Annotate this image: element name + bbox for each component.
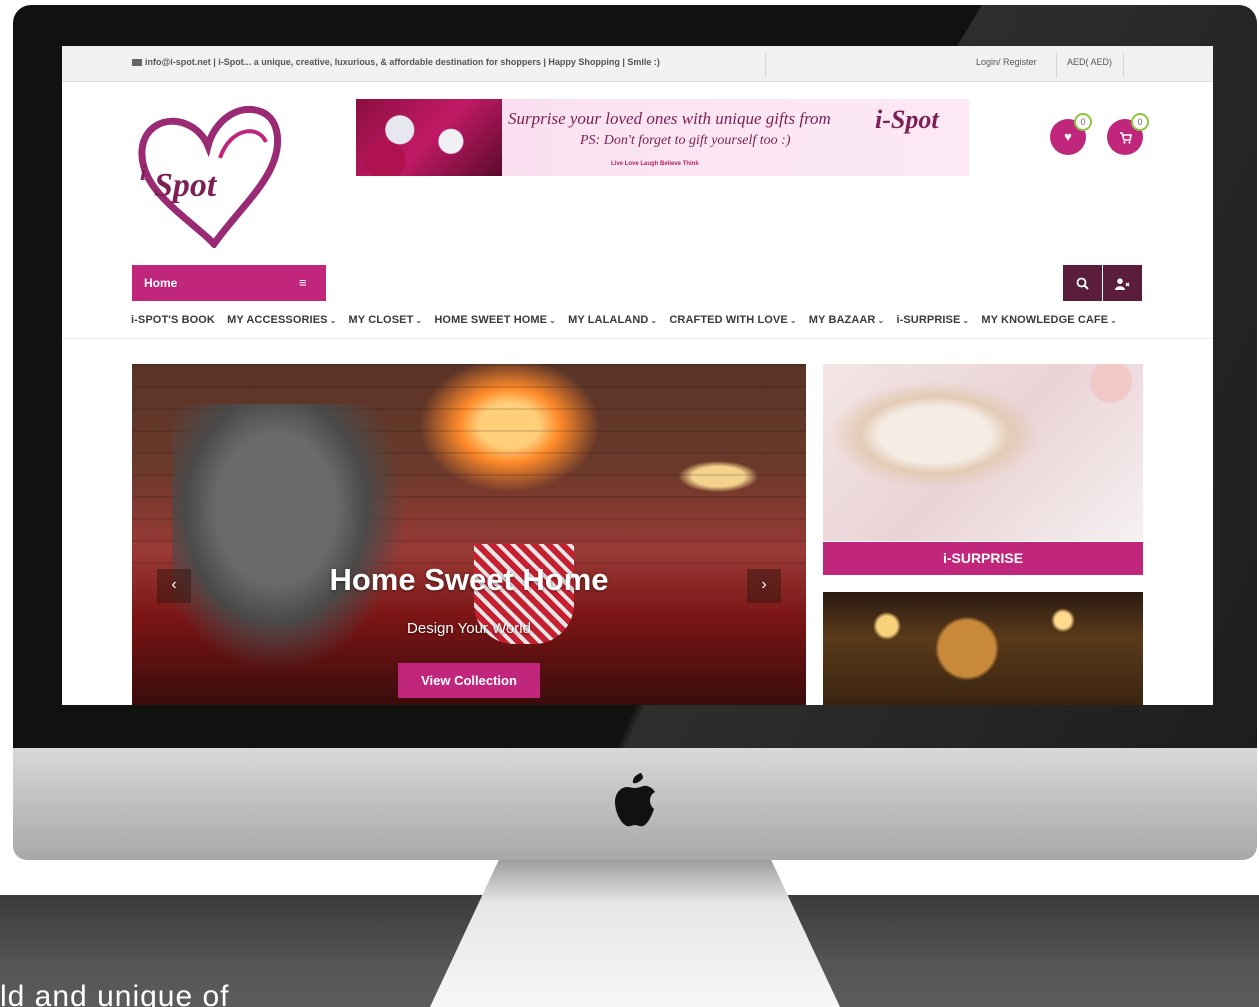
svg-text:Spot: Spot [154,167,218,204]
chevron-down-icon: ⌄ [650,316,658,325]
nav-divider [62,338,1213,339]
site-logo[interactable]: Spot i [134,98,282,248]
hero-slider[interactable]: Home Sweet Home Design Your World View C… [132,364,806,705]
chevron-down-icon: ⌄ [329,316,337,325]
nav-label: MY ACCESSORIES [227,314,328,326]
nav-label: i-SPOT'S BOOK [131,314,215,326]
hamburger-icon: ≡ [299,275,307,290]
contact-info: info@i-spot.net | i-Spot... a unique, cr… [132,57,660,67]
nav-item-my-accessories[interactable]: MY ACCESSORIES ⌄ [227,314,336,326]
currency-selector[interactable]: AED( AED) [1067,57,1112,67]
apple-logo-icon [615,773,655,827]
nav-item-my-closet[interactable]: MY CLOSET ⌄ [349,314,423,326]
nav-label: CRAFTED WITH LOVE [669,314,788,326]
nav-item-my-knowledge-cafe[interactable]: MY KNOWLEDGE CAFE ⌄ [981,314,1117,326]
banner-flowers-image [356,99,502,176]
slide-title: Home Sweet Home [329,562,609,597]
topbar-divider [765,53,766,77]
user-icon [1115,277,1130,290]
nav-label: MY BAZAAR [808,314,876,326]
mail-icon [132,59,142,67]
banner-brand: i-Spot [875,105,939,134]
nav-item-home-sweet-home[interactable]: HOME SWEET HOME ⌄ [434,314,556,326]
wishlist-count: 0 [1074,113,1092,131]
banner-headline: Surprise your loved ones with unique gif… [508,109,831,128]
browser-screen: info@i-spot.net | i-Spot... a unique, cr… [62,46,1213,705]
chevron-down-icon: ⌄ [877,316,885,325]
promo-lanterns-image[interactable] [823,592,1143,705]
slider-next-arrow-icon[interactable]: › [747,569,781,603]
background-caption: ld and unique of [0,980,230,1007]
chevron-down-icon: ⌄ [415,316,423,325]
chevron-down-icon: ⌄ [789,316,797,325]
nav-item-i-surprise[interactable]: i-SURPRISE ⌄ [896,314,969,326]
chevron-down-icon: ⌄ [1110,316,1117,325]
slider-prev-arrow-icon[interactable]: ‹ [157,569,191,603]
heart-icon: ♥ [1064,129,1072,144]
search-button[interactable] [1063,265,1102,301]
account-button[interactable] [1103,265,1142,301]
nav-label: MY LALALAND [568,314,649,326]
view-collection-button[interactable]: View Collection [398,663,540,698]
chevron-down-icon: ⌄ [549,316,556,325]
nav-item-crafted-with-love[interactable]: CRAFTED WITH LOVE ⌄ [669,314,796,326]
contact-text: info@i-spot.net | i-Spot... a unique, cr… [145,57,660,67]
cart-count: 0 [1131,113,1149,131]
search-icon [1076,277,1089,290]
cart-icon [1119,131,1132,144]
chevron-down-icon: ⌄ [962,316,970,325]
nav-item-my-lalaland[interactable]: MY LALALAND ⌄ [568,314,657,326]
promo-gift-image[interactable] [823,364,1143,541]
nav-item-ispots-book[interactable]: i-SPOT'S BOOK [131,314,215,326]
topbar-divider [1123,53,1124,77]
wishlist-button[interactable]: ♥ 0 [1050,113,1092,155]
nav-label: HOME SWEET HOME [434,314,548,326]
home-category-toggle[interactable]: Home ≡ [132,265,326,301]
promo-i-surprise-button[interactable]: i-SURPRISE [823,542,1143,575]
imac-stand [430,858,840,1007]
slide-slippers-image [172,404,432,704]
main-navigation: i-SPOT'S BOOK MY ACCESSORIES ⌄ MY CLOSET ⌄… [131,314,1126,330]
cart-button[interactable]: 0 [1107,113,1149,155]
promo-banner[interactable]: Surprise your loved ones with unique gif… [356,99,969,176]
banner-subline: PS: Don't forget to gift yourself too :) [580,133,791,148]
nav-label: i-SURPRISE [896,314,961,326]
login-register-link[interactable]: Login/ Register [976,57,1037,67]
nav-label: MY CLOSET [348,314,414,326]
banner-tagline: Live Love Laugh Believe Think [611,161,699,167]
slide-subtitle: Design Your World [407,620,531,637]
home-label: Home [144,276,178,290]
nav-item-my-bazaar[interactable]: MY BAZAAR ⌄ [809,314,885,326]
topbar-divider [1056,53,1057,77]
svg-text:i: i [140,160,147,185]
top-bar: info@i-spot.net | i-Spot... a unique, cr… [62,46,1213,82]
nav-label: MY KNOWLEDGE CAFE [981,314,1109,326]
